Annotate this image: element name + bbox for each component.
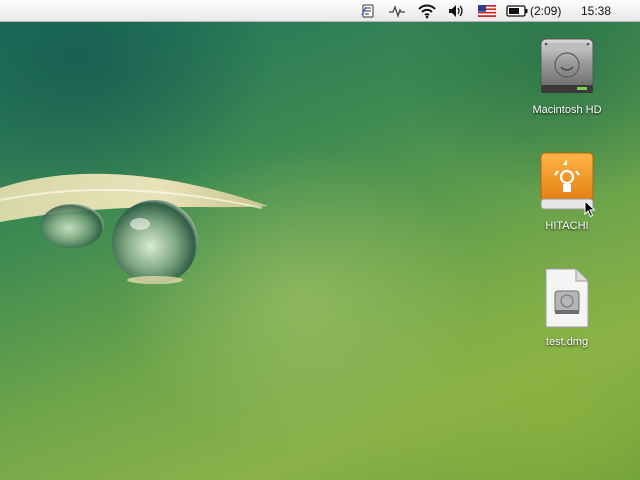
disk-image-icon <box>535 266 599 330</box>
desktop-icon-test-dmg[interactable]: test.dmg <box>517 266 617 348</box>
desktop-icon-label: Macintosh HD <box>532 104 602 116</box>
menubar-clock[interactable]: 15:38 <box>581 3 611 19</box>
desktop-icon-label: test.dmg <box>545 336 589 348</box>
desktop-icon-macintosh-hd[interactable]: Macintosh HD <box>517 34 617 116</box>
volume-icon[interactable] <box>445 2 467 20</box>
menu-bar: (2:09) 15:38 <box>0 0 640 22</box>
desktop-icon-label: HITACHI <box>545 220 589 232</box>
mouse-pointer-icon <box>584 200 596 218</box>
hard-drive-icon <box>535 34 599 98</box>
battery-time-remaining[interactable]: (2:09) <box>530 3 561 19</box>
leaf-waterdrop-artwork <box>0 173 268 284</box>
battery-icon[interactable] <box>505 2 529 20</box>
script-menu-icon[interactable] <box>358 2 378 20</box>
desktop-wallpaper: (2:09) 15:38 Macintosh HD HITACHI test.d… <box>0 0 640 480</box>
wifi-icon[interactable] <box>415 2 439 20</box>
us-flag-input-icon[interactable] <box>476 2 498 20</box>
activity-pulse-icon[interactable] <box>386 2 408 20</box>
desktop-icon-hitachi[interactable]: HITACHI <box>517 150 617 232</box>
